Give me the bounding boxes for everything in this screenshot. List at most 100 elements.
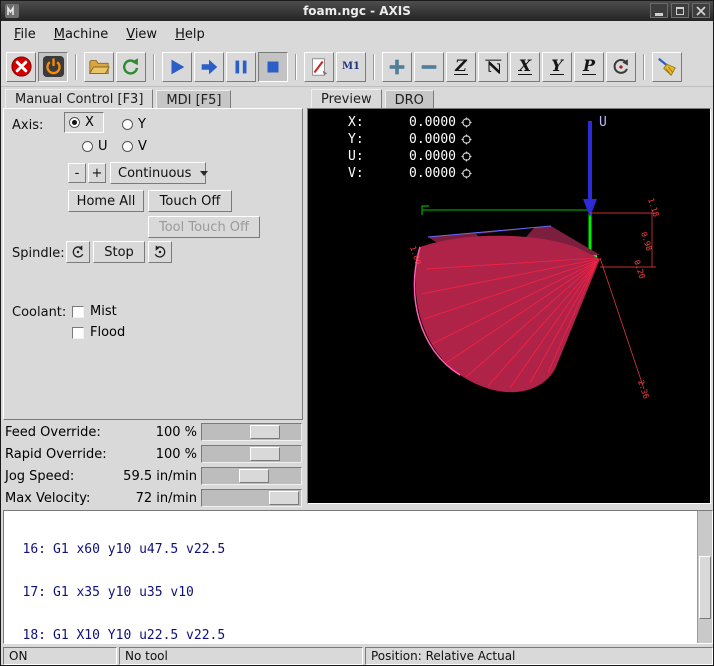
axis-radio-x[interactable]: X (64, 112, 104, 133)
zoom-out-icon (418, 56, 440, 78)
axis-radio-v[interactable]: V (122, 139, 147, 154)
rotate-view-icon (610, 56, 632, 78)
jog-plus-button[interactable]: + (88, 163, 106, 183)
feed-override-value: 100 % (89, 425, 197, 440)
gcode-line[interactable]: 17:G1 x35 y10 u35 v10 (16, 586, 697, 600)
window-icon (5, 4, 19, 18)
reload-button[interactable] (116, 52, 146, 82)
zoom-out-button[interactable] (414, 52, 444, 82)
feed-override-handle[interactable] (250, 425, 280, 439)
toolbar-separator (153, 54, 155, 80)
open-folder-icon (88, 56, 110, 78)
view-x-icon: X (518, 58, 532, 75)
tab-preview[interactable]: Preview (311, 89, 382, 110)
step-button[interactable] (194, 52, 224, 82)
spindle-reverse-icon (70, 244, 86, 260)
feed-override-row: Feed Override: 100 % (1, 421, 303, 443)
power-icon (42, 55, 65, 78)
menu-file[interactable]: File (5, 23, 45, 46)
homed-icon (461, 168, 472, 179)
clear-plot-button[interactable] (652, 52, 682, 82)
axis-radio-u[interactable]: U (82, 139, 108, 154)
jog-mode-select[interactable]: Continuous (110, 162, 206, 184)
close-icon (696, 6, 706, 16)
gcode-scrollbar-thumb[interactable] (699, 556, 711, 619)
gcode-line[interactable]: 18:G1 X10 Y10 u22.5 v22.5 (16, 629, 697, 643)
rotate-view-button[interactable] (606, 52, 636, 82)
max-velocity-handle[interactable] (269, 491, 299, 505)
svg-text:1.18: 1.18 (646, 197, 661, 218)
flood-checkbox-box (72, 327, 84, 339)
spindle-stop-button[interactable]: Stop (93, 241, 145, 263)
axis-radio-y[interactable]: Y (122, 117, 146, 132)
estop-icon (10, 55, 33, 78)
view-p-icon: P (582, 58, 596, 75)
tool-status: No tool (119, 647, 363, 665)
pause-button[interactable] (226, 52, 256, 82)
homed-icon (461, 117, 472, 128)
skip-lines-button[interactable] (304, 52, 334, 82)
optional-stop-button[interactable]: M1 (336, 52, 366, 82)
svg-text:2.36: 2.36 (636, 379, 651, 400)
dro-row-v: V:0.0000 (348, 165, 472, 182)
jog-speed-slider[interactable] (201, 467, 302, 485)
jog-minus-button[interactable]: - (68, 163, 86, 183)
rapid-override-handle[interactable] (250, 447, 280, 461)
gcode-line[interactable]: 16:G1 x60 y10 u47.5 v22.5 (16, 543, 697, 557)
radio-y-indicator (122, 119, 133, 130)
jog-speed-handle[interactable] (239, 469, 269, 483)
position-mode-status: Position: Relative Actual (365, 647, 713, 665)
view-p-button[interactable]: P (574, 52, 604, 82)
rapid-override-row: Rapid Override: 100 % (1, 443, 303, 465)
mist-checkbox-box (72, 306, 84, 318)
view-y-button[interactable]: Y (542, 52, 572, 82)
zoom-in-icon (386, 56, 408, 78)
feed-override-slider[interactable] (201, 423, 302, 441)
view-z-button[interactable]: Z (446, 52, 476, 82)
menu-view[interactable]: View (117, 23, 166, 46)
max-velocity-value: 72 in/min (89, 491, 197, 506)
preview-canvas[interactable]: U 1.18 0.98 0.20 2.36 1.00 X:0.0000 Y:0.… (307, 108, 711, 504)
tab-manual-control[interactable]: Manual Control [F3] (5, 89, 153, 110)
open-file-button[interactable] (84, 52, 114, 82)
jog-speed-row: Jog Speed: 59.5 in/min (1, 465, 303, 487)
touch-off-button[interactable]: Touch Off (148, 190, 232, 212)
zoom-in-button[interactable] (382, 52, 412, 82)
chevron-down-icon (200, 171, 208, 176)
axis-label: Axis: (12, 118, 43, 133)
spindle-forward-button[interactable] (148, 241, 172, 263)
view-x-button[interactable]: X (510, 52, 540, 82)
minimize-icon (655, 13, 663, 16)
minimize-button[interactable] (650, 3, 668, 18)
run-button[interactable] (162, 52, 192, 82)
stop-button[interactable] (258, 52, 288, 82)
flood-checkbox[interactable]: Flood (72, 325, 125, 340)
view-z-rotated-button[interactable]: Z (478, 52, 508, 82)
home-all-button[interactable]: Home All (68, 190, 144, 212)
clear-plot-icon (656, 56, 678, 78)
max-velocity-label: Max Velocity: (5, 491, 90, 506)
tab-mdi[interactable]: MDI [F5] (156, 90, 231, 109)
homed-icon (461, 151, 472, 162)
maximize-button[interactable] (671, 3, 689, 18)
view-y-icon: Y (550, 58, 563, 75)
gcode-text[interactable]: 16:G1 x60 y10 u47.5 v22.5 17:G1 x35 y10 … (4, 511, 697, 643)
close-button[interactable] (692, 3, 710, 18)
jog-speed-label: Jog Speed: (5, 469, 74, 484)
spindle-reverse-button[interactable] (66, 241, 90, 263)
gcode-scrollbar[interactable] (697, 511, 712, 643)
titlebar[interactable]: foam.ngc - AXIS (1, 1, 713, 21)
machine-power-button[interactable] (38, 52, 68, 82)
menu-machine[interactable]: Machine (45, 23, 117, 46)
mist-checkbox[interactable]: Mist (72, 304, 117, 319)
tool-touch-off-button: Tool Touch Off (148, 216, 260, 238)
menu-help[interactable]: Help (166, 23, 214, 46)
view-z-rotated-icon: Z (485, 59, 501, 74)
step-icon (198, 56, 220, 78)
tab-dro[interactable]: DRO (385, 90, 434, 109)
radio-u-indicator (82, 141, 93, 152)
max-velocity-slider[interactable] (201, 489, 302, 507)
view-z-icon: Z (454, 58, 468, 75)
estop-button[interactable] (6, 52, 36, 82)
rapid-override-slider[interactable] (201, 445, 302, 463)
